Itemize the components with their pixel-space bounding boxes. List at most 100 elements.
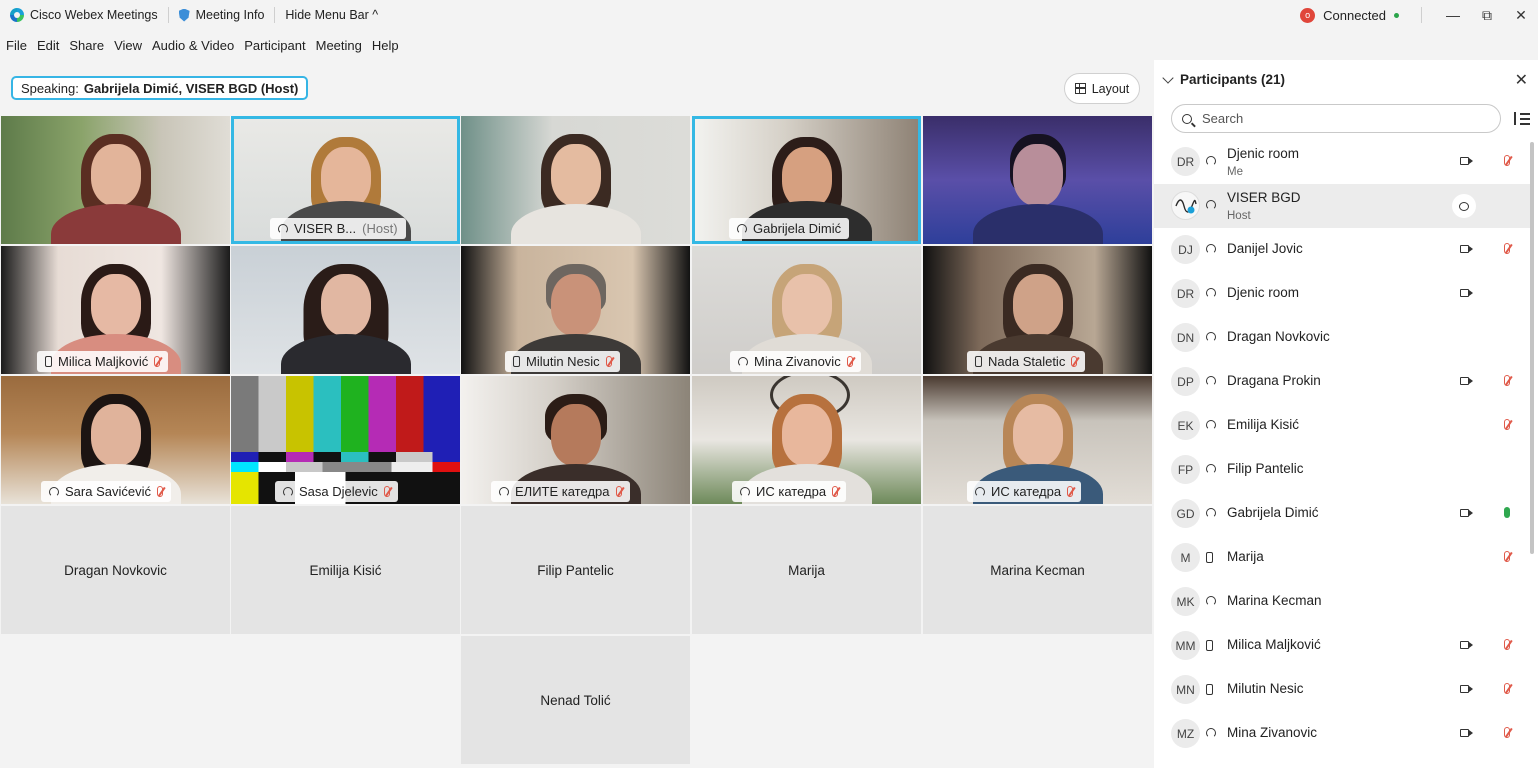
participant-row[interactable]: DR Djenic room <box>1154 272 1530 316</box>
video-camera-icon[interactable] <box>1460 641 1473 649</box>
participants-scrollbar[interactable] <box>1530 142 1534 554</box>
close-window-button[interactable]: ✕ <box>1504 7 1538 24</box>
muted-mic-icon[interactable] <box>1504 419 1510 430</box>
video-camera-icon[interactable] <box>1460 245 1473 253</box>
participant-row[interactable]: VISER BGD Host <box>1154 184 1530 228</box>
participants-title: Participants (21) <box>1180 72 1286 87</box>
video-tile[interactable]: Sara Savićević <box>1 376 230 504</box>
recording-badge-icon[interactable]: o <box>1300 7 1316 23</box>
participant-row[interactable]: MN Milutin Nesic <box>1154 668 1530 712</box>
participants-header[interactable]: Participants (21) <box>1162 71 1286 87</box>
participant-tile-no-video[interactable]: Marija <box>692 506 921 634</box>
minimize-button[interactable]: — <box>1436 7 1470 23</box>
video-tile[interactable]: ИС катедра <box>692 376 921 504</box>
mic-on-icon[interactable] <box>1504 507 1510 518</box>
participant-row[interactable]: MM Milica Maljković <box>1154 624 1530 668</box>
headset-icon <box>278 223 288 234</box>
menu-edit[interactable]: Edit <box>31 38 63 53</box>
search-input[interactable] <box>1200 110 1464 127</box>
muted-mic-icon[interactable] <box>1504 375 1510 386</box>
video-camera-icon[interactable] <box>1460 377 1473 385</box>
video-tile[interactable]: ЕЛИТЕ катедра <box>461 376 690 504</box>
participant-row[interactable]: DR Djenic room Me <box>1154 140 1530 184</box>
video-tile[interactable]: Nada Staletic <box>923 246 1152 374</box>
hide-menu-bar-button[interactable]: Hide Menu Bar ^ <box>275 5 388 25</box>
participant-name: Marina Kecman <box>1227 593 1322 608</box>
video-camera-icon[interactable] <box>1460 685 1473 693</box>
sort-list-icon[interactable] <box>1514 112 1530 126</box>
app-title: Cisco Webex Meetings <box>0 5 168 25</box>
participant-tile-no-video[interactable]: Dragan Novkovic <box>1 506 230 634</box>
muted-mic-icon[interactable] <box>1504 551 1510 562</box>
participant-row[interactable]: DN Dragan Novkovic <box>1154 316 1530 360</box>
video-tile[interactable] <box>1 116 230 244</box>
participant-tile-no-video[interactable]: Emilija Kisić <box>231 506 460 634</box>
participant-name: Milutin Nesic <box>1227 681 1304 696</box>
menu-meeting[interactable]: Meeting <box>310 38 366 53</box>
layout-button[interactable]: Layout <box>1064 73 1140 104</box>
video-camera-icon[interactable] <box>1460 509 1473 517</box>
participant-row[interactable]: GD Gabrijela Dimić <box>1154 492 1530 536</box>
participant-row[interactable]: MZ Mina Zivanovic <box>1154 712 1530 756</box>
tile-name: Emilija Kisić <box>309 562 382 578</box>
waveform-logo-icon <box>1174 198 1197 213</box>
video-camera-icon[interactable] <box>1460 729 1473 737</box>
participant-row[interactable]: MK Marina Kecman <box>1154 580 1530 624</box>
tile-name: Sasa Djelevic <box>299 484 378 499</box>
participant-tile-no-video[interactable]: Nenad Tolić <box>461 636 690 764</box>
muted-mic-icon[interactable] <box>1504 683 1510 694</box>
menu-audio-video[interactable]: Audio & Video <box>146 38 238 53</box>
menu-help[interactable]: Help <box>366 38 403 53</box>
video-name-tag: Sara Savićević <box>41 481 171 502</box>
video-tile[interactable]: Mina Zivanovic <box>692 246 921 374</box>
tile-name: Mina Zivanovic <box>754 354 841 369</box>
video-camera-icon[interactable] <box>1460 289 1473 297</box>
video-tile[interactable] <box>231 246 460 374</box>
video-tile[interactable]: Sasa Djelevic <box>231 376 460 504</box>
participant-name: Gabrijela Dimić <box>1227 505 1319 520</box>
headset-icon <box>1206 508 1216 518</box>
muted-mic-icon[interactable] <box>1504 155 1510 166</box>
restore-button[interactable]: ⧉ <box>1470 7 1504 24</box>
video-tile[interactable] <box>923 116 1152 244</box>
video-tile[interactable] <box>461 116 690 244</box>
participant-row[interactable]: DJ Danijel Jovic <box>1154 228 1530 272</box>
video-name-tag: ИС катедра <box>732 481 847 502</box>
participant-tile-no-video[interactable]: Filip Pantelic <box>461 506 690 634</box>
menu-view[interactable]: View <box>108 38 146 53</box>
video-name-tag: Mina Zivanovic <box>730 351 861 372</box>
participant-row[interactable]: EK Emilija Kisić <box>1154 404 1530 448</box>
video-tile[interactable]: Milica Maljković <box>1 246 230 374</box>
layout-label: Layout <box>1091 81 1130 96</box>
muted-mic-icon[interactable] <box>1504 727 1510 738</box>
avatar <box>1171 191 1200 220</box>
video-camera-icon[interactable] <box>1460 157 1473 165</box>
video-tile[interactable]: Gabrijela Dimić <box>692 116 921 244</box>
connected-dot-icon <box>1394 12 1399 18</box>
speaking-indicator: Speaking: Gabrijela Dimić, VISER BGD (Ho… <box>11 76 309 100</box>
tile-name: VISER B... <box>294 221 357 236</box>
app-name: Cisco Webex Meetings <box>30 8 158 22</box>
participant-row[interactable]: FP Filip Pantelic <box>1154 448 1530 492</box>
muted-mic-icon[interactable] <box>1504 639 1510 650</box>
close-panel-button[interactable]: ✕ <box>1515 70 1528 90</box>
menu-participant[interactable]: Participant <box>238 38 309 53</box>
chevron-down-icon <box>1162 71 1174 84</box>
headset-icon <box>1206 200 1216 210</box>
menu-share[interactable]: Share <box>63 38 108 53</box>
chat-button[interactable] <box>1452 194 1476 218</box>
participant-row[interactable]: DP Dragana Prokin <box>1154 360 1530 404</box>
video-tile[interactable]: VISER B... (Host) <box>231 116 460 244</box>
headset-icon <box>283 486 293 497</box>
muted-mic-icon <box>383 486 390 497</box>
avatar: DJ <box>1171 235 1200 264</box>
muted-mic-icon[interactable] <box>1504 243 1510 254</box>
avatar: DR <box>1171 147 1200 176</box>
video-tile[interactable]: Milutin Nesic <box>461 246 690 374</box>
headset-icon <box>975 486 985 497</box>
menu-file[interactable]: File <box>0 38 31 53</box>
participant-row[interactable]: M Marija <box>1154 536 1530 580</box>
meeting-info-button[interactable]: Meeting Info <box>169 5 275 25</box>
participant-tile-no-video[interactable]: Marina Kecman <box>923 506 1152 634</box>
video-tile[interactable]: ИС катедра <box>923 376 1152 504</box>
